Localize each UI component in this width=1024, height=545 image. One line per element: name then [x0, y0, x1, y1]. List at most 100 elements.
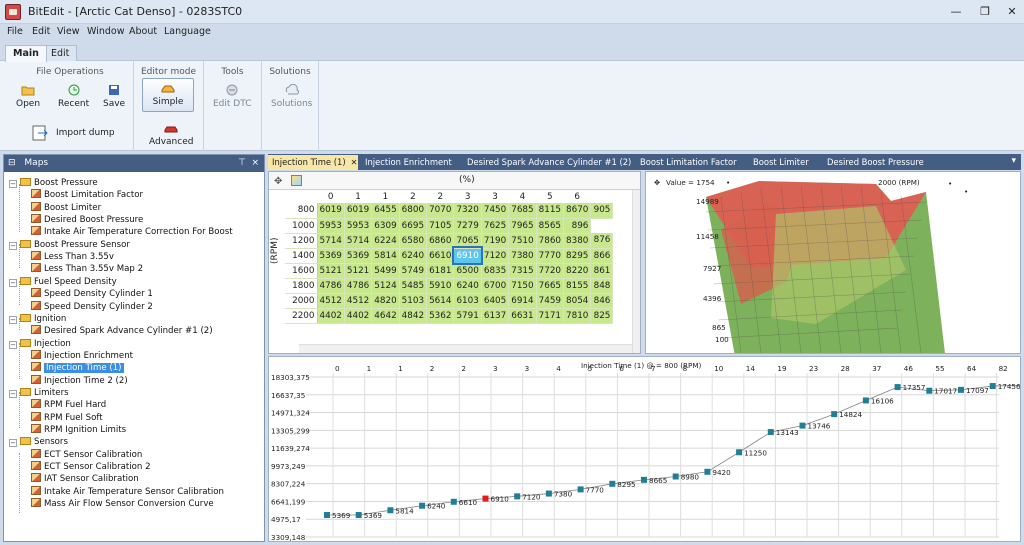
map-table[interactable]: 0 1 1 2 2 3 3 4 5 6 800 6019 6019 6455 6800 7070 7320 745… [285, 190, 614, 324]
vertical-scrollbar[interactable] [632, 190, 640, 353]
edit-dtc-button[interactable]: Edit DTC [213, 84, 251, 109]
table-cell[interactable]: 4402 [344, 308, 373, 324]
table-cell[interactable]: 8565 [536, 218, 565, 234]
tree-folder[interactable]: − Sensors [9, 436, 68, 448]
table-cell[interactable]: 5614 [426, 293, 455, 309]
column-header[interactable]: 1 [371, 190, 400, 203]
table-cell[interactable]: 7860 [536, 233, 565, 249]
table-cell[interactable]: 4402 [317, 308, 345, 324]
chart-point[interactable] [672, 473, 679, 480]
collapse-icon[interactable]: − [9, 278, 17, 287]
simple-button[interactable]: Simple [142, 78, 194, 112]
column-header[interactable]: 0 [317, 190, 345, 203]
table-cell[interactable]: 6580 [399, 233, 428, 249]
table-cell[interactable]: 896 [563, 218, 592, 234]
table-cell[interactable]: 861 [590, 263, 614, 279]
close-tab-icon[interactable]: ✕ [351, 158, 358, 167]
chart-point[interactable] [482, 495, 489, 502]
collapse-icon[interactable]: − [9, 340, 17, 349]
chart-point[interactable] [450, 498, 457, 505]
table-cell[interactable]: 6610 [426, 248, 455, 264]
table-cell[interactable]: 8670 [563, 203, 592, 219]
tree-item[interactable]: Desired Boost Pressure [31, 214, 143, 226]
column-header[interactable]: 6 [563, 190, 591, 203]
table-cell[interactable]: 5953 [317, 218, 345, 234]
table-cell[interactable]: 7171 [536, 308, 565, 324]
tree-item[interactable]: RPM Fuel Hard [31, 399, 106, 411]
advanced-button[interactable]: Advanced [149, 122, 193, 147]
row-header[interactable]: 2200 [285, 308, 318, 324]
collapse-icon[interactable]: − [9, 389, 17, 398]
table-cell[interactable]: 8295 [563, 248, 592, 264]
table-cell[interactable]: 846 [590, 293, 614, 309]
chart-point[interactable] [799, 422, 806, 429]
table-cell[interactable]: 876 [590, 233, 614, 249]
table-cell[interactable]: 6240 [453, 278, 482, 294]
horizontal-scrollbar[interactable] [299, 344, 632, 353]
table-cell[interactable]: 5953 [344, 218, 373, 234]
chart-point[interactable] [989, 383, 996, 390]
table-cell[interactable]: 7510 [508, 233, 537, 249]
chart-point[interactable] [958, 386, 964, 393]
table-cell[interactable]: 7315 [508, 263, 537, 279]
chart-point[interactable] [894, 384, 901, 391]
table-cell[interactable]: 4786 [317, 278, 345, 294]
chart-point[interactable] [324, 512, 330, 519]
table-cell[interactable]: 6800 [399, 203, 428, 219]
tree-item[interactable]: Intake Air Temperature Correction For Bo… [31, 226, 233, 238]
table-cell[interactable]: 6224 [371, 233, 400, 249]
chart-point[interactable] [355, 512, 362, 519]
tab-list-icon[interactable]: ▾ [1011, 156, 1016, 166]
chart-point[interactable] [862, 397, 869, 404]
column-header[interactable]: 2 [426, 190, 454, 203]
table-cell[interactable]: 5369 [317, 248, 345, 264]
tree-item[interactable]: RPM Ignition Limits [31, 424, 126, 436]
minimize-icon[interactable]: — [946, 4, 966, 19]
recent-button[interactable]: Recent [58, 84, 89, 109]
table-cell[interactable]: 4512 [317, 293, 345, 309]
chart-point[interactable] [514, 493, 521, 500]
table-cell[interactable]: 7190 [481, 233, 510, 249]
column-header[interactable]: 5 [536, 190, 564, 203]
tree-item[interactable]: Injection Time (1) [31, 362, 124, 374]
table-cell[interactable]: 6500 [453, 263, 482, 279]
column-header[interactable]: 2 [399, 190, 427, 203]
chart-point[interactable] [704, 468, 711, 475]
menu-edit[interactable]: Edit [32, 26, 50, 37]
tree-item[interactable]: Mass Air Flow Sensor Conversion Curve [31, 498, 214, 510]
table-cell[interactable]: 7070 [426, 203, 455, 219]
table-cell[interactable]: 6405 [481, 293, 510, 309]
collapse-icon[interactable]: − [9, 315, 17, 324]
table-cell[interactable]: 7685 [508, 203, 537, 219]
table-cell[interactable]: 7380 [508, 248, 537, 264]
doc-tab-injection-time[interactable]: Injection Time (1) ✕ [268, 155, 358, 170]
collapse-icon[interactable]: − [9, 241, 17, 250]
row-header[interactable]: 1400 [285, 248, 318, 264]
pin-icon[interactable]: ⊤ [238, 158, 246, 168]
tree-item[interactable]: RPM Fuel Soft [31, 411, 103, 424]
table-cell[interactable]: 6019 [344, 203, 373, 219]
close-icon[interactable]: ✕ [1002, 4, 1022, 19]
table-cell[interactable]: 866 [590, 248, 614, 264]
table-cell[interactable]: 8380 [563, 233, 592, 249]
tree-folder[interactable]: − Fuel Speed Density [9, 276, 117, 288]
tree-item[interactable]: Speed Density Cylinder 2 [31, 300, 153, 313]
doc-tab-boost-limitation-factor[interactable]: Boost Limitation Factor [636, 155, 741, 170]
table-cell[interactable]: 825 [590, 308, 614, 324]
tree-item[interactable]: ECT Sensor Calibration [31, 448, 142, 461]
table-cell[interactable]: 5814 [371, 248, 400, 264]
table-cell[interactable]: 7450 [481, 203, 510, 219]
tab-edit[interactable]: Edit [43, 45, 78, 62]
tree-item[interactable]: Injection Enrichment [31, 349, 133, 362]
tree-item[interactable]: Intake Air Temperature Sensor Calibratio… [31, 485, 224, 498]
row-header[interactable]: 2000 [285, 293, 318, 309]
table-cell[interactable]: 8054 [563, 293, 592, 309]
table-cell[interactable]: 7320 [453, 203, 482, 219]
tree-item[interactable]: Boost Limiter [31, 201, 101, 214]
table-cell[interactable]: 4642 [371, 308, 400, 324]
table-cell[interactable]: 5369 [344, 248, 373, 264]
chart-point[interactable] [545, 490, 552, 497]
table-cell[interactable]: 905 [590, 203, 614, 219]
table-cell[interactable]: 4786 [344, 278, 373, 294]
table-cell[interactable]: 6695 [399, 218, 428, 234]
